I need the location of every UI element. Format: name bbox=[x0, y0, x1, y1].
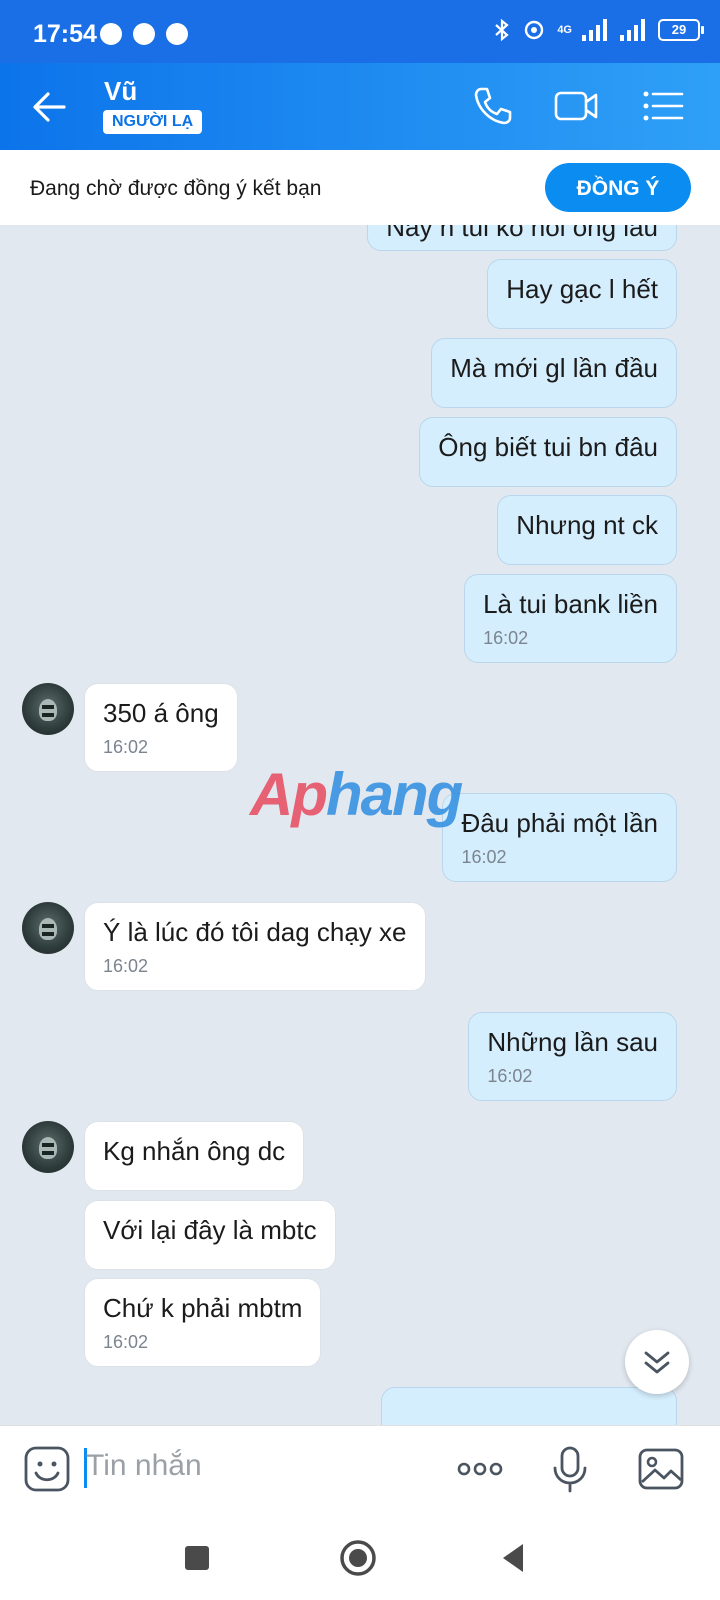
battery-indicator: 29 bbox=[658, 19, 704, 41]
status-bar: 17:54 4G 29 bbox=[0, 0, 720, 63]
signal-icon bbox=[582, 19, 607, 41]
app-notification-icon bbox=[166, 23, 188, 45]
signal-icon-2 bbox=[620, 19, 645, 41]
message-input-bar: Tin nhắn bbox=[0, 1425, 720, 1516]
message-outgoing[interactable]: Hay gạc l hết bbox=[487, 259, 677, 329]
message-time: 16:02 bbox=[103, 1332, 149, 1352]
friend-request-bar: Đang chờ được đồng ý kết bạn ĐỒNG Ý bbox=[0, 150, 720, 225]
message-input[interactable]: Tin nhắn bbox=[86, 1449, 202, 1483]
image-gallery-icon[interactable] bbox=[636, 1444, 686, 1494]
contact-avatar[interactable] bbox=[22, 683, 74, 735]
message-incoming[interactable]: 350 á ông 16:02 bbox=[84, 683, 238, 772]
contact-name[interactable]: Vũ bbox=[104, 76, 137, 107]
video-call-icon[interactable] bbox=[553, 83, 599, 129]
message-time: 16:02 bbox=[483, 628, 529, 648]
status-indicators: 4G 29 bbox=[493, 18, 704, 42]
message-outgoing[interactable]: Mà mới gl lần đầu bbox=[431, 338, 677, 408]
message-incoming[interactable]: Với lại đây là mbtc bbox=[84, 1200, 336, 1270]
watermark-logo: Aphang bbox=[250, 761, 463, 828]
home-icon[interactable] bbox=[333, 1533, 383, 1583]
double-chevron-down-icon bbox=[644, 1351, 670, 1374]
message-time: 16:02 bbox=[103, 956, 149, 976]
message-outgoing[interactable]: Ông biết tui bn đâu bbox=[419, 417, 677, 487]
message-time: 16:02 bbox=[103, 737, 149, 757]
chat-header: Vũ NGƯỜI LẠ bbox=[0, 63, 720, 150]
back-nav-icon[interactable] bbox=[490, 1533, 540, 1583]
message-time: 16:02 bbox=[461, 847, 507, 867]
network-type: 4G bbox=[557, 24, 572, 36]
system-nav-bar bbox=[0, 1515, 720, 1600]
phone-icon[interactable] bbox=[470, 83, 516, 129]
menu-list-icon[interactable] bbox=[640, 83, 686, 129]
message-outgoing[interactable]: Nhưng nt ck bbox=[497, 495, 677, 565]
recent-apps-icon[interactable] bbox=[172, 1533, 222, 1583]
message-outgoing[interactable]: Nãy h tui ko hỏi ông lầu bbox=[367, 225, 677, 251]
sticker-emoji-icon[interactable] bbox=[22, 1444, 72, 1494]
message-outgoing[interactable]: Đâu phải một lần 16:02 bbox=[442, 793, 677, 882]
more-options-icon[interactable] bbox=[455, 1444, 505, 1494]
scroll-to-bottom-button[interactable] bbox=[625, 1330, 689, 1394]
app-notification-icon bbox=[100, 23, 122, 45]
message-time: 16:02 bbox=[487, 1066, 533, 1086]
bluetooth-icon bbox=[495, 18, 510, 42]
message-incoming[interactable]: Chứ k phải mbtm 16:02 bbox=[84, 1278, 322, 1367]
contact-avatar[interactable] bbox=[22, 1121, 74, 1173]
stranger-badge: NGƯỜI LẠ bbox=[103, 110, 203, 134]
message-outgoing[interactable]: Là tui bank liền 16:02 bbox=[464, 574, 677, 663]
microphone-icon[interactable] bbox=[545, 1444, 595, 1494]
contact-avatar[interactable] bbox=[22, 902, 74, 954]
pending-friend-text: Đang chờ được đồng ý kết bạn bbox=[30, 177, 322, 200]
agree-button[interactable]: ĐỒNG Ý bbox=[545, 163, 691, 212]
message-incoming[interactable]: Ý là lúc đó tôi dag chạy xe 16:02 bbox=[84, 902, 426, 991]
app-notification-icon bbox=[133, 23, 155, 45]
back-arrow-icon[interactable] bbox=[30, 87, 70, 127]
status-time: 17:54 bbox=[33, 20, 97, 48]
message-outgoing[interactable]: Những lần sau 16:02 bbox=[468, 1012, 677, 1101]
message-incoming[interactable]: Kg nhắn ông dc bbox=[84, 1121, 305, 1191]
hotspot-icon bbox=[525, 20, 544, 40]
